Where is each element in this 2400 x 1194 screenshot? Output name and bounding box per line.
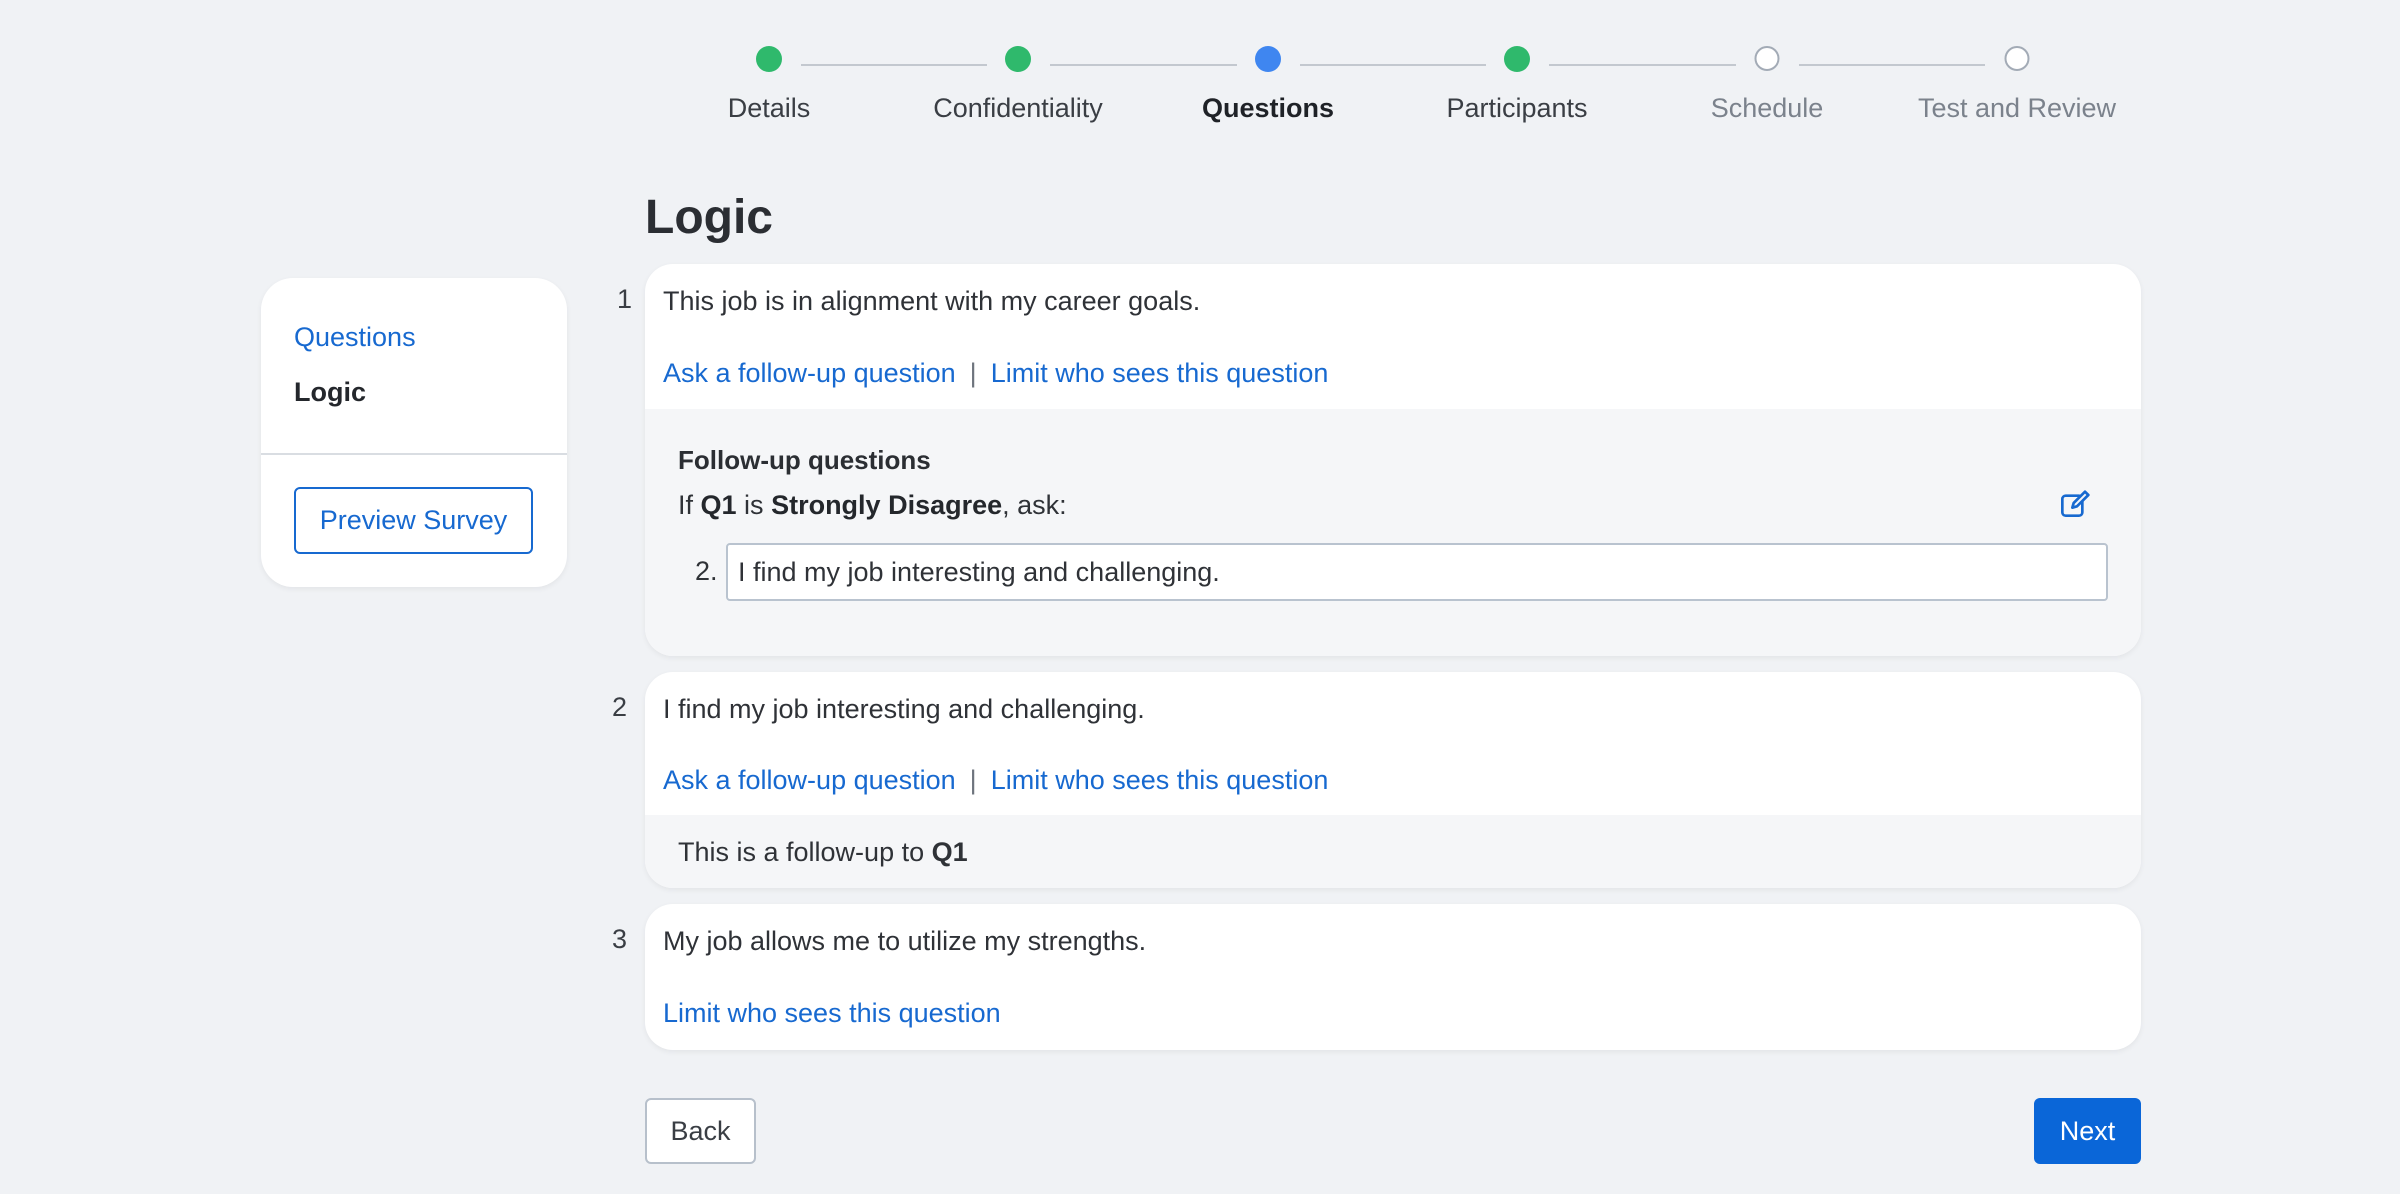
follow-up-panel: Follow-up questions If Q1 is Strongly Di… — [645, 409, 2141, 656]
sidebar-item-questions[interactable]: Questions — [294, 322, 416, 353]
link-separator: | — [969, 358, 977, 388]
next-button[interactable]: Next — [2034, 1098, 2141, 1164]
note-prefix: This is a follow-up to — [678, 837, 932, 867]
limit-who-sees-link[interactable]: Limit who sees this question — [991, 765, 1329, 795]
question-actions: Ask a follow-up question | Limit who sees … — [663, 765, 1328, 796]
back-button[interactable]: Back — [645, 1098, 756, 1164]
question-card-2: I find my job interesting and challengin… — [645, 672, 2141, 888]
follow-up-rule: If Q1 is Strongly Disagree, ask: — [678, 490, 1067, 521]
rule-question: Q1 — [700, 490, 737, 520]
step-participants-dot[interactable] — [1504, 46, 1530, 72]
follow-up-heading: Follow-up questions — [678, 445, 931, 475]
question-card-1: This job is in alignment with my career … — [645, 264, 2141, 656]
question-card-3: My job allows me to utilize my strengths… — [645, 904, 2141, 1050]
page-title: Logic — [645, 191, 773, 244]
step-test-review-dot[interactable] — [2004, 46, 2030, 71]
follow-up-item-number: 2. — [695, 556, 718, 586]
question-number: 1 — [617, 284, 633, 314]
note-question: Q1 — [931, 837, 968, 867]
question-number: 3 — [612, 924, 628, 954]
link-separator: | — [969, 765, 977, 795]
step-connector — [1300, 64, 1486, 66]
step-connector — [1050, 64, 1237, 66]
question-text: This job is in alignment with my career … — [663, 286, 1201, 316]
rule-middle: is — [736, 490, 772, 520]
question-actions: Limit who sees this question — [663, 998, 1001, 1029]
follow-up-note-text: This is a follow-up to Q1 — [678, 837, 968, 868]
step-participants-label[interactable]: Participants — [1446, 93, 1587, 124]
step-questions-label[interactable]: Questions — [1202, 93, 1334, 124]
sidebar-divider — [261, 453, 567, 455]
follow-up-note: This is a follow-up to Q1 — [645, 815, 2141, 888]
limit-who-sees-link[interactable]: Limit who sees this question — [663, 998, 1001, 1028]
step-schedule-dot[interactable] — [1754, 46, 1780, 71]
edit-icon[interactable] — [2059, 489, 2091, 521]
question-text: My job allows me to utilize my strengths… — [663, 926, 1147, 956]
ask-follow-up-link[interactable]: Ask a follow-up question — [663, 765, 956, 795]
rule-suffix: , ask: — [1002, 490, 1067, 520]
sidebar-nav: Questions Logic Preview Survey — [261, 278, 567, 587]
follow-up-question-input[interactable] — [726, 543, 2108, 601]
limit-who-sees-link[interactable]: Limit who sees this question — [991, 358, 1329, 388]
sidebar-item-logic[interactable]: Logic — [294, 377, 366, 408]
rule-answer: Strongly Disagree — [771, 490, 1003, 520]
ask-follow-up-link[interactable]: Ask a follow-up question — [663, 358, 956, 388]
question-text: I find my job interesting and challengin… — [663, 694, 1145, 724]
step-details-dot[interactable] — [756, 46, 782, 72]
step-connector — [1549, 64, 1736, 66]
preview-survey-button[interactable]: Preview Survey — [294, 487, 533, 554]
step-schedule-label[interactable]: Schedule — [1711, 93, 1824, 124]
question-number: 2 — [612, 692, 628, 722]
step-connector — [1799, 64, 1985, 66]
survey-builder-page: Details Confidentiality Questions Partic… — [0, 0, 2400, 1194]
rule-prefix: If — [678, 490, 701, 520]
step-confidentiality-dot[interactable] — [1005, 46, 1031, 72]
step-connector — [801, 64, 987, 66]
step-confidentiality-label[interactable]: Confidentiality — [933, 93, 1103, 124]
question-actions: Ask a follow-up question | Limit who sees … — [663, 358, 1328, 389]
step-test-review-label[interactable]: Test and Review — [1918, 93, 2116, 124]
step-questions-dot[interactable] — [1255, 46, 1281, 72]
step-details-label[interactable]: Details — [728, 93, 811, 124]
progress-stepper: Details Confidentiality Questions Partic… — [0, 46, 2400, 136]
